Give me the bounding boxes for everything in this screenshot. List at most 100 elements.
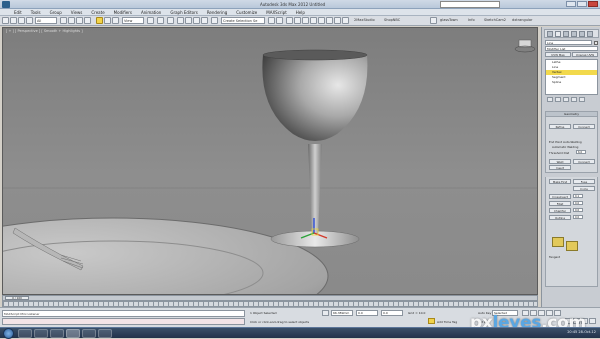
remove-modifier-icon[interactable] (571, 97, 577, 102)
toolbar-plugin-3[interactable]: glassTown (440, 18, 458, 22)
search-input[interactable] (440, 1, 500, 8)
menu-group[interactable]: Group (50, 10, 62, 15)
create-tab-icon[interactable] (547, 31, 553, 37)
perspective-viewport[interactable]: [ + ] [ Perspective ] [ Smooth + Highlig… (2, 27, 538, 295)
display-tab-icon[interactable] (579, 31, 585, 37)
maximize-button[interactable] (577, 1, 587, 7)
crossinsert-spinner[interactable]: 0.1 (573, 194, 583, 198)
menu-animation[interactable]: Animation (141, 10, 161, 15)
select-by-name-icon[interactable] (68, 17, 75, 24)
object-name-field[interactable]: Line (545, 40, 592, 45)
fillet-spinner[interactable]: 0.0 (573, 201, 583, 205)
toolbar-plugin-5[interactable]: SketchCam2 (484, 18, 506, 22)
chamfer-spinner[interactable]: 0.0 (573, 208, 583, 212)
mirror-icon[interactable] (268, 17, 275, 24)
outline-spinner[interactable]: 0.0 (573, 215, 583, 219)
hierarchy-tab-icon[interactable] (563, 31, 569, 37)
selection-filter-dropdown[interactable]: All (35, 17, 57, 24)
taskbar-app-icon[interactable] (98, 329, 112, 338)
x-coordinate-field[interactable]: 66.389mm (331, 310, 353, 316)
time-slider[interactable]: 0 / 100 (5, 296, 29, 300)
threshold-dist-spinner[interactable]: 6.0 (576, 150, 586, 154)
menu-graph-editors[interactable]: Graph Editors (170, 10, 197, 15)
outline-button[interactable]: Outline (549, 215, 571, 220)
layer-manager-icon[interactable] (286, 17, 293, 24)
select-and-rotate-icon[interactable] (104, 17, 111, 24)
rectangular-selection-icon[interactable] (76, 17, 83, 24)
keyboard-shortcut-icon[interactable] (167, 17, 174, 24)
insert-button[interactable]: Insert (549, 165, 571, 170)
toolbar-plugin-4[interactable]: Info (468, 18, 475, 22)
curve-editor-icon[interactable] (302, 17, 309, 24)
menu-tools[interactable]: Tools (31, 10, 41, 15)
taskbar-browser-icon[interactable] (34, 329, 48, 338)
crossinsert-button[interactable]: CrossInsert (549, 194, 571, 199)
taskbar-media-icon[interactable] (50, 329, 64, 338)
uvw-map-button[interactable]: UVW Map (545, 52, 571, 57)
tangent-paste-icon[interactable] (566, 241, 578, 251)
time-tag-icon[interactable] (428, 318, 435, 324)
unwrap-uvw-button[interactable]: Unwrap UVW (572, 52, 598, 57)
app-logo-icon[interactable] (2, 1, 10, 8)
graphite-ribbon-icon[interactable] (294, 17, 301, 24)
modifier-list-dropdown[interactable]: Modifier List (545, 46, 598, 51)
taskbar-explorer-icon[interactable] (18, 329, 32, 338)
percent-snap-icon[interactable] (193, 17, 200, 24)
motion-tab-icon[interactable] (571, 31, 577, 37)
named-selection-dropdown[interactable]: Create Selection Se (221, 17, 265, 24)
tangent-copy-icon[interactable] (552, 237, 564, 247)
menu-modifiers[interactable]: Modifiers (114, 10, 132, 15)
cycle-button[interactable]: Cycle (573, 186, 595, 191)
system-clock[interactable]: 20:45 28-Oct-12 (567, 330, 596, 334)
edit-named-selection-icon[interactable] (211, 17, 218, 24)
refine-button[interactable]: Refine (549, 124, 571, 129)
unlink-icon[interactable] (26, 17, 33, 24)
stack-item-spline[interactable]: Spline (546, 80, 597, 85)
z-coordinate-field[interactable]: 0.0 (381, 310, 403, 316)
menu-views[interactable]: Views (71, 10, 83, 15)
chamfer-button[interactable]: Chamfer (549, 208, 571, 213)
plugin-icon[interactable] (430, 17, 437, 24)
menu-create[interactable]: Create (91, 10, 104, 15)
undo-icon[interactable] (2, 17, 9, 24)
select-and-move-icon[interactable] (96, 17, 103, 24)
render-frame-icon[interactable] (334, 17, 341, 24)
automatic-welding-checkbox[interactable]: Automatic Welding (552, 145, 578, 149)
minimize-button[interactable] (566, 1, 576, 7)
render-setup-icon[interactable] (326, 17, 333, 24)
select-object-icon[interactable] (60, 17, 67, 24)
fuse-button[interactable]: Fuse (573, 179, 595, 184)
snaps-toggle-icon[interactable] (177, 17, 184, 24)
geometry-rollout-header[interactable]: Geometry (546, 112, 597, 117)
pin-stack-icon[interactable] (547, 97, 553, 102)
redo-icon[interactable] (10, 17, 17, 24)
maximize-viewport-icon[interactable] (589, 318, 596, 324)
modify-tab-icon[interactable] (555, 31, 561, 37)
object-color-swatch[interactable] (594, 41, 598, 45)
menu-edit[interactable]: Edit (14, 10, 22, 15)
fillet-button[interactable]: Fillet (549, 201, 571, 206)
toolbar-plugin-1[interactable]: 2MaxStudio (354, 18, 375, 22)
y-coordinate-field[interactable]: 0.0 (356, 310, 378, 316)
align-icon[interactable] (276, 17, 283, 24)
connect-button[interactable]: Connect (573, 159, 595, 164)
angle-snap-icon[interactable] (185, 17, 192, 24)
menu-customize[interactable]: Customize (236, 10, 257, 15)
spinner-snap-icon[interactable] (201, 17, 208, 24)
configure-sets-icon[interactable] (579, 97, 585, 102)
select-manipulate-icon[interactable] (157, 17, 164, 24)
render-production-icon[interactable] (342, 17, 349, 24)
reference-coordinate-dropdown[interactable]: View (122, 17, 144, 24)
make-unique-icon[interactable] (563, 97, 569, 102)
make-first-button[interactable]: Make First (549, 179, 571, 184)
window-crossing-icon[interactable] (84, 17, 91, 24)
connect-checkbox[interactable]: Connect (573, 124, 595, 129)
toolbar-plugin-6[interactable]: dxtrangular (512, 18, 532, 22)
pivot-center-icon[interactable] (147, 17, 154, 24)
add-time-tag[interactable]: Add Time Tag (437, 320, 457, 324)
link-icon[interactable] (18, 17, 25, 24)
menu-maxscript[interactable]: MAXScript (266, 10, 287, 15)
weld-button[interactable]: Weld (549, 159, 571, 164)
close-button[interactable] (588, 1, 598, 7)
schematic-view-icon[interactable] (310, 17, 317, 24)
